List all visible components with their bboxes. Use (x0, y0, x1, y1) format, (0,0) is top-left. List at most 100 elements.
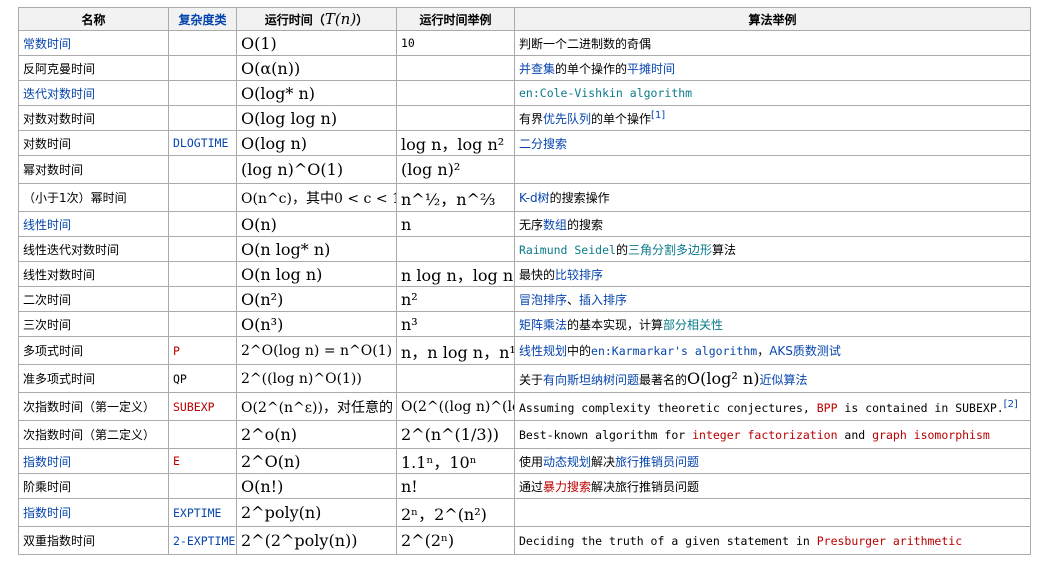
table-row: 反阿克曼时间 O(α(n)) 并查集的单个操作的平摊时间 (18, 55, 1031, 81)
table-row: 指数时间 EXPTIME 2^poly(n) 2ⁿ，2^(n²) (18, 498, 1031, 527)
cell-example: O(2^((log n)^(log log n))) (396, 392, 515, 421)
cell-example: n² (396, 286, 515, 312)
algorithm-link[interactable]: 二分搜索 (519, 137, 567, 151)
algorithm-link[interactable]: AKS质数测试 (769, 344, 841, 358)
cell-example: 2ⁿ，2^(n²) (396, 498, 515, 527)
cell-complexity-class[interactable]: QP (168, 364, 237, 393)
cell-complexity-class[interactable]: EXPTIME (168, 498, 237, 527)
algorithm-link[interactable]: 数组 (543, 218, 567, 232)
cell-running-time: 2^o(n) (236, 420, 397, 449)
table-row: 双重指数时间 2-EXPTIME 2^(2^poly(n)) 2^(2ⁿ) Decidi… (18, 526, 1031, 555)
cell-running-time: O(1) (236, 30, 397, 56)
algorithm-link[interactable]: 插入排序 (579, 293, 627, 307)
algorithm-link[interactable]: BPP (817, 401, 838, 415)
cell-algorithm: en:Cole-Vishkin algorithm (514, 80, 1031, 106)
cell-complexity-class[interactable]: P (168, 336, 237, 365)
cell-complexity-class[interactable]: E (168, 448, 237, 474)
cell-algorithm: 有界优先队列的单个操作[1] (514, 105, 1031, 131)
algorithm-text: 判断一个二进制数的奇偶 (519, 36, 652, 51)
table-row: 对数时间 DLOGTIME O(log n) log n，log n² 二分搜索 (18, 130, 1031, 156)
algorithm-link[interactable]: integer factorization (692, 428, 837, 442)
table-row: 幂对数时间 (log n)^O(1) (log n)² (18, 155, 1031, 184)
cell-complexity-class (168, 155, 237, 184)
algorithm-link[interactable]: 近似算法 (759, 373, 807, 387)
algorithm-text: O(log² n) (687, 369, 760, 388)
cell-name: 二次时间 (18, 286, 169, 312)
cell-name: 线性迭代对数时间 (18, 236, 169, 262)
cell-complexity-class (168, 420, 237, 449)
algorithm-link[interactable]: graph isomorphism (872, 428, 990, 442)
algorithm-link[interactable]: 矩阵乘法 (519, 318, 567, 332)
algorithm-link[interactable]: 旅行推销员问题 (615, 455, 699, 469)
algorithm-link[interactable]: K-d树 (519, 191, 550, 205)
cell-name: 三次时间 (18, 311, 169, 337)
algorithm-text: 最著名的 (639, 373, 688, 387)
cell-name[interactable]: 迭代对数时间 (18, 80, 169, 106)
algorithm-link[interactable]: 比较排序 (555, 268, 603, 282)
cell-algorithm (514, 155, 1031, 184)
cell-algorithm: 冒泡排序、插入排序 (514, 286, 1031, 312)
algorithm-link[interactable]: 线性规划 (519, 344, 567, 358)
cell-name[interactable]: 常数时间 (18, 30, 169, 56)
cell-running-time: O(n log n) (236, 261, 397, 287)
table-row: 对数对数时间 O(log log n) 有界优先队列的单个操作[1] (18, 105, 1031, 131)
cell-name[interactable]: 指数时间 (18, 498, 169, 527)
cell-complexity-class[interactable]: 2-EXPTIME (168, 526, 237, 555)
algorithm-link[interactable]: 动态规划 (543, 455, 591, 469)
header-algorithms: 算法举例 (514, 7, 1031, 31)
cell-name[interactable]: 线性时间 (18, 211, 169, 237)
table-row: 迭代对数时间 O(log* n) en:Cole-Vishkin algorithm (18, 80, 1031, 106)
algorithm-link[interactable]: Presburger arithmetic (817, 534, 962, 548)
cell-name: 双重指数时间 (18, 526, 169, 555)
cell-algorithm: 无序数组的搜索 (514, 211, 1031, 237)
cell-algorithm (514, 498, 1031, 527)
cell-name: 对数对数时间 (18, 105, 169, 131)
cell-algorithm: K-d树的搜索操作 (514, 183, 1031, 212)
cell-example (396, 364, 515, 393)
cell-algorithm: 并查集的单个操作的平摊时间 (514, 55, 1031, 81)
algorithm-text: 解决旅行推销员问题 (591, 479, 700, 494)
header-complexity-class[interactable]: 复杂度类 (168, 7, 237, 31)
cell-name: 反阿克曼时间 (18, 55, 169, 81)
cell-name: 次指数时间（第二定义） (18, 420, 169, 449)
algorithm-text: is contained in SUBEXP. (837, 400, 1004, 415)
cell-algorithm: 最快的比较排序 (514, 261, 1031, 287)
algorithm-text: 的单个操作的 (555, 61, 628, 76)
algorithm-link[interactable]: 平摊时间 (627, 62, 675, 76)
cell-complexity-class (168, 236, 237, 262)
cell-example: n^½，n^⅔ (396, 183, 515, 212)
cell-complexity-class[interactable]: SUBEXP (168, 392, 237, 421)
table-row: 常数时间 O(1) 10 判断一个二进制数的奇偶 (18, 30, 1031, 56)
cell-example: 10 (396, 30, 515, 56)
algorithm-link[interactable]: 优先队列 (543, 112, 591, 126)
algorithm-link[interactable]: en:Cole-Vishkin algorithm (519, 86, 692, 100)
cell-name[interactable]: 指数时间 (18, 448, 169, 474)
cell-algorithm: 判断一个二进制数的奇偶 (514, 30, 1031, 56)
algorithm-text: 的 (615, 242, 628, 257)
algorithm-link[interactable]: 三角分割多边形 (628, 243, 712, 257)
cell-algorithm: 通过暴力搜索解决旅行推销员问题 (514, 473, 1031, 499)
algorithm-link[interactable]: en:Karmarkar's algorithm (591, 344, 757, 358)
cell-complexity-class[interactable]: DLOGTIME (168, 130, 237, 156)
cell-complexity-class (168, 30, 237, 56)
cell-example: 2^(2ⁿ) (396, 526, 515, 555)
table-row: （小于1次）幂时间 O(n^c)，其中0 < c < 1 n^½，n^⅔ K-d树的搜… (18, 183, 1031, 212)
algorithm-link[interactable]: 冒泡排序 (519, 293, 567, 307)
algorithm-link[interactable]: 暴力搜索 (543, 480, 591, 494)
cell-algorithm: 矩阵乘法的基本实现，计算部分相关性 (514, 311, 1031, 337)
cell-example: n log n，log n! (396, 261, 515, 287)
cell-algorithm: 使用动态规划解决旅行推销员问题 (514, 448, 1031, 474)
reference-link[interactable]: [2] (1004, 399, 1018, 410)
algorithm-link[interactable]: 并查集 (519, 62, 555, 76)
algorithm-link[interactable]: 有向斯坦纳树问题 (543, 373, 639, 387)
cell-algorithm: 二分搜索 (514, 130, 1031, 156)
cell-algorithm: Raimund Seidel的三角分割多边形算法 (514, 236, 1031, 262)
cell-running-time: 2^poly(n) (236, 498, 397, 527)
reference-link[interactable]: [1] (651, 110, 665, 121)
algorithm-text: 算法 (711, 242, 736, 257)
algorithm-link[interactable]: 部分相关性 (663, 318, 723, 332)
algorithm-text: Best-known algorithm for (519, 427, 693, 442)
header-running-time: 运行时间（T(n)） (236, 7, 397, 31)
cell-name: 幂对数时间 (18, 155, 169, 184)
algorithm-link[interactable]: Raimund Seidel (519, 243, 616, 257)
